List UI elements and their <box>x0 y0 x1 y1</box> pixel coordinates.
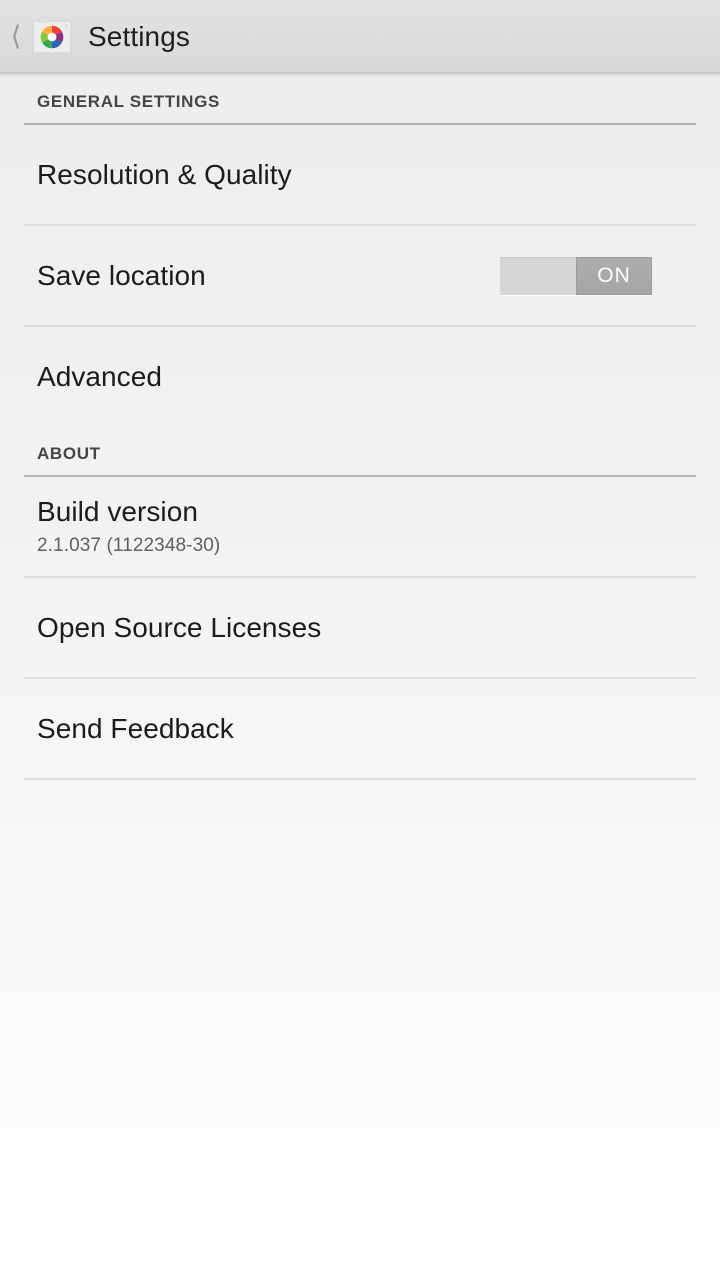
row-title: Resolution & Quality <box>37 158 292 190</box>
section-header-about: ABOUT <box>37 444 101 463</box>
row-text: Open Source Licenses <box>37 612 696 643</box>
row-title: Build version <box>37 495 198 527</box>
row-title: Advanced <box>37 360 162 392</box>
settings-screen: ⟨ Settings GENERAL SETTINGS Resolution &… <box>0 0 720 1280</box>
row-summary: 2.1.037 (1122348-30) <box>37 535 221 557</box>
row-text: Advanced <box>37 361 696 392</box>
toggle-thumb[interactable]: ON <box>576 256 652 295</box>
settings-list: GENERAL SETTINGS Resolution & Quality Sa… <box>0 74 720 780</box>
settings-row-open-source-licenses[interactable]: Open Source Licenses <box>0 578 720 677</box>
settings-row-advanced[interactable]: Advanced <box>0 327 720 426</box>
settings-row-build-version[interactable]: Build version 2.1.037 (1122348-30) <box>0 477 720 576</box>
row-text: Resolution & Quality <box>37 159 696 190</box>
back-chevron-icon[interactable]: ⟨ <box>4 0 28 74</box>
page-title: Settings <box>88 21 190 52</box>
row-text: Build version 2.1.037 (1122348-30) <box>37 496 696 557</box>
row-title: Open Source Licenses <box>37 611 322 643</box>
row-text: Save location <box>37 260 500 291</box>
action-bar: ⟨ Settings <box>0 0 720 74</box>
row-title: Save location <box>37 259 206 291</box>
settings-row-resolution-quality[interactable]: Resolution & Quality <box>0 125 720 224</box>
toggle-state-label: ON <box>597 263 631 287</box>
save-location-toggle[interactable]: ON <box>500 256 652 295</box>
settings-row-send-feedback[interactable]: Send Feedback <box>0 679 720 778</box>
section-header-general-settings: GENERAL SETTINGS <box>37 92 220 111</box>
google-camera-icon[interactable] <box>30 15 74 59</box>
row-text: Send Feedback <box>37 713 696 744</box>
settings-row-save-location[interactable]: Save location ON <box>0 226 720 325</box>
row-divider <box>24 778 696 780</box>
row-title: Send Feedback <box>37 712 234 744</box>
